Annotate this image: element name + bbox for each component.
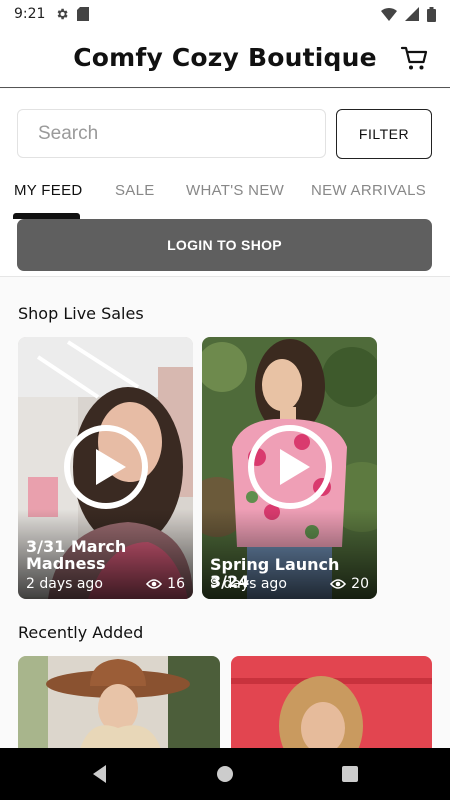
search-input[interactable] — [17, 109, 326, 158]
live-sale-card[interactable]: Spring Launch 3/24 9 days ago 20 — [202, 337, 377, 599]
status-bar: 9:21 — [0, 0, 450, 28]
live-sale-meta: 2 days ago 16 — [26, 576, 185, 592]
system-nav-bar — [0, 748, 450, 800]
signal-icon — [405, 7, 419, 21]
tab-whats-new[interactable]: WHAT'S NEW — [186, 182, 284, 199]
live-sales-heading: Shop Live Sales — [18, 304, 144, 323]
play-icon[interactable] — [62, 423, 150, 511]
sd-card-icon — [77, 7, 90, 21]
product-card[interactable] — [231, 656, 432, 756]
live-sale-card[interactable]: 3/31 March Madness 2 days ago 16 — [18, 337, 193, 599]
back-icon[interactable] — [88, 762, 112, 786]
cart-button[interactable] — [400, 43, 430, 73]
login-section: LOGIN TO SHOP — [0, 219, 450, 277]
tab-my-feed[interactable]: MY FEED — [14, 182, 83, 199]
battery-icon — [427, 6, 436, 22]
feed-tabs: MY FEED SALE WHAT'S NEW NEW ARRIVALS — [0, 173, 450, 219]
recents-icon[interactable] — [338, 762, 362, 786]
product-image — [231, 656, 432, 756]
product-card[interactable] — [18, 656, 220, 756]
search-row: FILTER — [0, 89, 450, 173]
status-time: 9:21 — [14, 6, 46, 22]
tab-sale[interactable]: SALE — [115, 182, 155, 199]
tab-new-arrivals[interactable]: NEW ARRIVALS — [311, 182, 426, 199]
wifi-icon — [381, 8, 397, 21]
filter-button[interactable]: FILTER — [336, 109, 432, 159]
eye-icon — [330, 579, 347, 589]
live-sale-age: 2 days ago — [26, 576, 103, 592]
login-to-shop-button[interactable]: LOGIN TO SHOP — [17, 219, 432, 271]
live-sale-views: 16 — [167, 576, 185, 592]
play-icon[interactable] — [246, 423, 334, 511]
cart-icon — [400, 46, 428, 70]
recently-added-heading: Recently Added — [18, 623, 144, 642]
gear-icon — [58, 8, 68, 20]
live-sale-title: 3/31 March Madness — [26, 537, 127, 573]
eye-icon — [146, 579, 163, 589]
product-image — [18, 656, 220, 756]
live-sale-views: 20 — [351, 576, 369, 592]
app-header: Comfy Cozy Boutique — [0, 28, 450, 88]
live-sale-meta: 9 days ago 20 — [210, 576, 369, 592]
live-sale-age: 9 days ago — [210, 576, 287, 592]
home-icon[interactable] — [213, 762, 237, 786]
app-title: Comfy Cozy Boutique — [73, 43, 377, 72]
